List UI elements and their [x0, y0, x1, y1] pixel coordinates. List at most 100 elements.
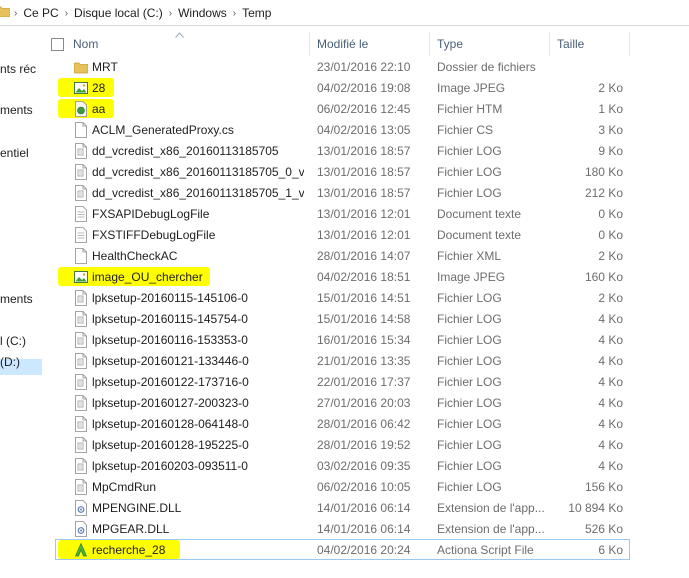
file-row[interactable]: lpksetup-20160122-173716-0 22/01/2016 17:…	[0, 371, 689, 392]
file-date: 15/01/2016 14:58	[317, 312, 411, 326]
file-date: 13/01/2016 18:57	[317, 186, 411, 200]
file-name[interactable]: dd_vcredist_x86_20160113185705_0_vc...	[92, 165, 304, 179]
column-header: Nom Modifié le Type Taille	[44, 32, 689, 56]
column-divider[interactable]	[549, 32, 550, 56]
file-row[interactable]: lpksetup-20160115-145106-0 15/01/2016 14:…	[0, 287, 689, 308]
file-type: Fichier LOG	[437, 144, 502, 158]
file-name[interactable]: ACLM_GeneratedProxy.cs	[92, 123, 234, 137]
file-size: 4 Ko	[598, 354, 623, 368]
breadcrumb-this-pc[interactable]: Ce PC	[23, 6, 58, 20]
file-name[interactable]: 28	[92, 81, 105, 95]
file-row[interactable]: lpksetup-20160115-145754-0 15/01/2016 14:…	[0, 308, 689, 329]
file-size: 9 Ko	[598, 144, 623, 158]
column-size[interactable]: Taille	[557, 37, 584, 51]
file-row[interactable]: lpksetup-20160128-195225-0 28/01/2016 19:…	[0, 434, 689, 455]
chevron-right-icon[interactable]: ›	[65, 8, 68, 19]
column-date[interactable]: Modifié le	[317, 37, 368, 51]
file-name[interactable]: MPGEAR.DLL	[92, 522, 169, 536]
log-file-icon	[74, 416, 88, 432]
file-row[interactable]: dd_vcredist_x86_20160113185705_1_vc... 13…	[0, 182, 689, 203]
file-row[interactable]: HealthCheckAC 28/01/2016 14:07 Fichier XML…	[0, 245, 689, 266]
file-type: Fichier LOG	[437, 333, 502, 347]
file-type: Fichier LOG	[437, 438, 502, 452]
file-row[interactable]: lpksetup-20160128-064148-0 28/01/2016 06:…	[0, 413, 689, 434]
file-size: 4 Ko	[598, 375, 623, 389]
file-type: Fichier LOG	[437, 354, 502, 368]
file-name[interactable]: aa	[92, 102, 105, 116]
file-date: 14/01/2016 06:14	[317, 522, 411, 536]
file-name[interactable]: MpCmdRun	[92, 480, 156, 494]
file-name[interactable]: HealthCheckAC	[92, 249, 177, 263]
file-row[interactable]: MpCmdRun 06/02/2016 10:05 Fichier LOG 156 K…	[0, 476, 689, 497]
file-row[interactable]: 28 04/02/2016 19:08 Image JPEG 2 Ko	[0, 77, 689, 98]
chevron-right-icon[interactable]: ›	[14, 8, 17, 19]
file-row[interactable]: FXSAPIDebugLogFile 13/01/2016 12:01 Docume…	[0, 203, 689, 224]
file-row[interactable]: lpksetup-20160121-133446-0 21/01/2016 13:…	[0, 350, 689, 371]
file-type: Extension de l'app...	[437, 522, 545, 536]
file-row[interactable]: MRT 23/01/2016 22:10 Dossier de fichiers	[0, 56, 689, 77]
file-name[interactable]: dd_vcredist_x86_20160113185705_1_vc...	[92, 186, 304, 200]
file-row[interactable]: MPGEAR.DLL 14/01/2016 06:14 Extension de l…	[0, 518, 689, 539]
htm-file-icon	[74, 101, 88, 117]
log-file-icon	[74, 185, 88, 201]
column-name[interactable]: Nom	[73, 37, 98, 51]
file-name[interactable]: MPENGINE.DLL	[92, 501, 181, 515]
file-row[interactable]: MPENGINE.DLL 14/01/2016 06:14 Extension de…	[0, 497, 689, 518]
column-divider[interactable]	[629, 32, 630, 56]
breadcrumb-local-disk[interactable]: Disque local (C:)	[74, 6, 163, 20]
file-type: Fichier LOG	[437, 459, 502, 473]
file-name[interactable]: lpksetup-20160127-200323-0	[92, 396, 249, 410]
file-type: Fichier LOG	[437, 312, 502, 326]
file-type: Extension de l'app...	[437, 501, 545, 515]
select-all-checkbox[interactable]	[51, 38, 64, 51]
log-file-icon	[74, 353, 88, 369]
file-name[interactable]: recherche_28	[92, 543, 165, 557]
file-row[interactable]: lpksetup-20160203-093511-0 03/02/2016 09:…	[0, 455, 689, 476]
file-name[interactable]: lpksetup-20160116-153353-0	[92, 333, 248, 347]
address-bar[interactable]: › Ce PC › Disque local (C:) › Windows › …	[0, 0, 689, 26]
file-name[interactable]: lpksetup-20160115-145106-0	[92, 291, 248, 305]
text-file-icon	[74, 206, 88, 222]
file-size: 2 Ko	[598, 249, 623, 263]
file-row[interactable]: recherche_28 04/02/2016 20:24 Actiona Scri…	[0, 539, 689, 560]
chevron-right-icon[interactable]: ›	[169, 8, 172, 19]
file-name[interactable]: lpksetup-20160122-173716-0	[92, 375, 249, 389]
file-name[interactable]: image_OU_chercher	[92, 270, 203, 284]
breadcrumb-temp[interactable]: Temp	[242, 6, 271, 20]
file-name[interactable]: lpksetup-20160121-133446-0	[92, 354, 249, 368]
file-name[interactable]: MRT	[92, 60, 118, 74]
file-name[interactable]: dd_vcredist_x86_20160113185705	[92, 144, 279, 158]
file-type: Fichier LOG	[437, 375, 502, 389]
file-size: 4 Ko	[598, 459, 623, 473]
log-file-icon	[74, 164, 88, 180]
file-size: 10 894 Ko	[568, 501, 623, 515]
file-name[interactable]: lpksetup-20160203-093511-0	[92, 459, 248, 473]
file-type: Image JPEG	[437, 81, 506, 95]
file-name[interactable]: FXSAPIDebugLogFile	[92, 207, 209, 221]
file-date: 04/02/2016 20:24	[317, 543, 411, 557]
file-size: 4 Ko	[598, 333, 623, 347]
image-file-icon	[74, 269, 88, 285]
file-type: Image JPEG	[437, 270, 506, 284]
column-divider[interactable]	[309, 32, 310, 56]
file-name[interactable]: lpksetup-20160115-145754-0	[92, 312, 248, 326]
file-name[interactable]: FXSTIFFDebugLogFile	[92, 228, 215, 242]
file-row[interactable]: lpksetup-20160116-153353-0 16/01/2016 15:…	[0, 329, 689, 350]
column-type[interactable]: Type	[437, 37, 463, 51]
log-file-icon	[74, 332, 88, 348]
file-row[interactable]: lpksetup-20160127-200323-0 27/01/2016 20:…	[0, 392, 689, 413]
breadcrumb: › Ce PC › Disque local (C:) › Windows › …	[14, 6, 271, 20]
file-row[interactable]: dd_vcredist_x86_20160113185705 13/01/2016…	[0, 140, 689, 161]
chevron-right-icon[interactable]: ›	[233, 8, 236, 19]
column-divider[interactable]	[429, 32, 430, 56]
breadcrumb-windows[interactable]: Windows	[178, 6, 227, 20]
file-row[interactable]: image_OU_chercher 04/02/2016 18:51 Image J…	[0, 266, 689, 287]
file-row[interactable]: dd_vcredist_x86_20160113185705_0_vc... 13…	[0, 161, 689, 182]
file-row[interactable]: aa 06/02/2016 12:45 Fichier HTM 1 Ko	[0, 98, 689, 119]
log-file-icon	[74, 311, 88, 327]
document-icon	[74, 248, 88, 264]
file-name[interactable]: lpksetup-20160128-064148-0	[92, 417, 249, 431]
file-row[interactable]: FXSTIFFDebugLogFile 13/01/2016 12:01 Docum…	[0, 224, 689, 245]
file-name[interactable]: lpksetup-20160128-195225-0	[92, 438, 249, 452]
file-row[interactable]: ACLM_GeneratedProxy.cs 04/02/2016 13:05 Fi…	[0, 119, 689, 140]
